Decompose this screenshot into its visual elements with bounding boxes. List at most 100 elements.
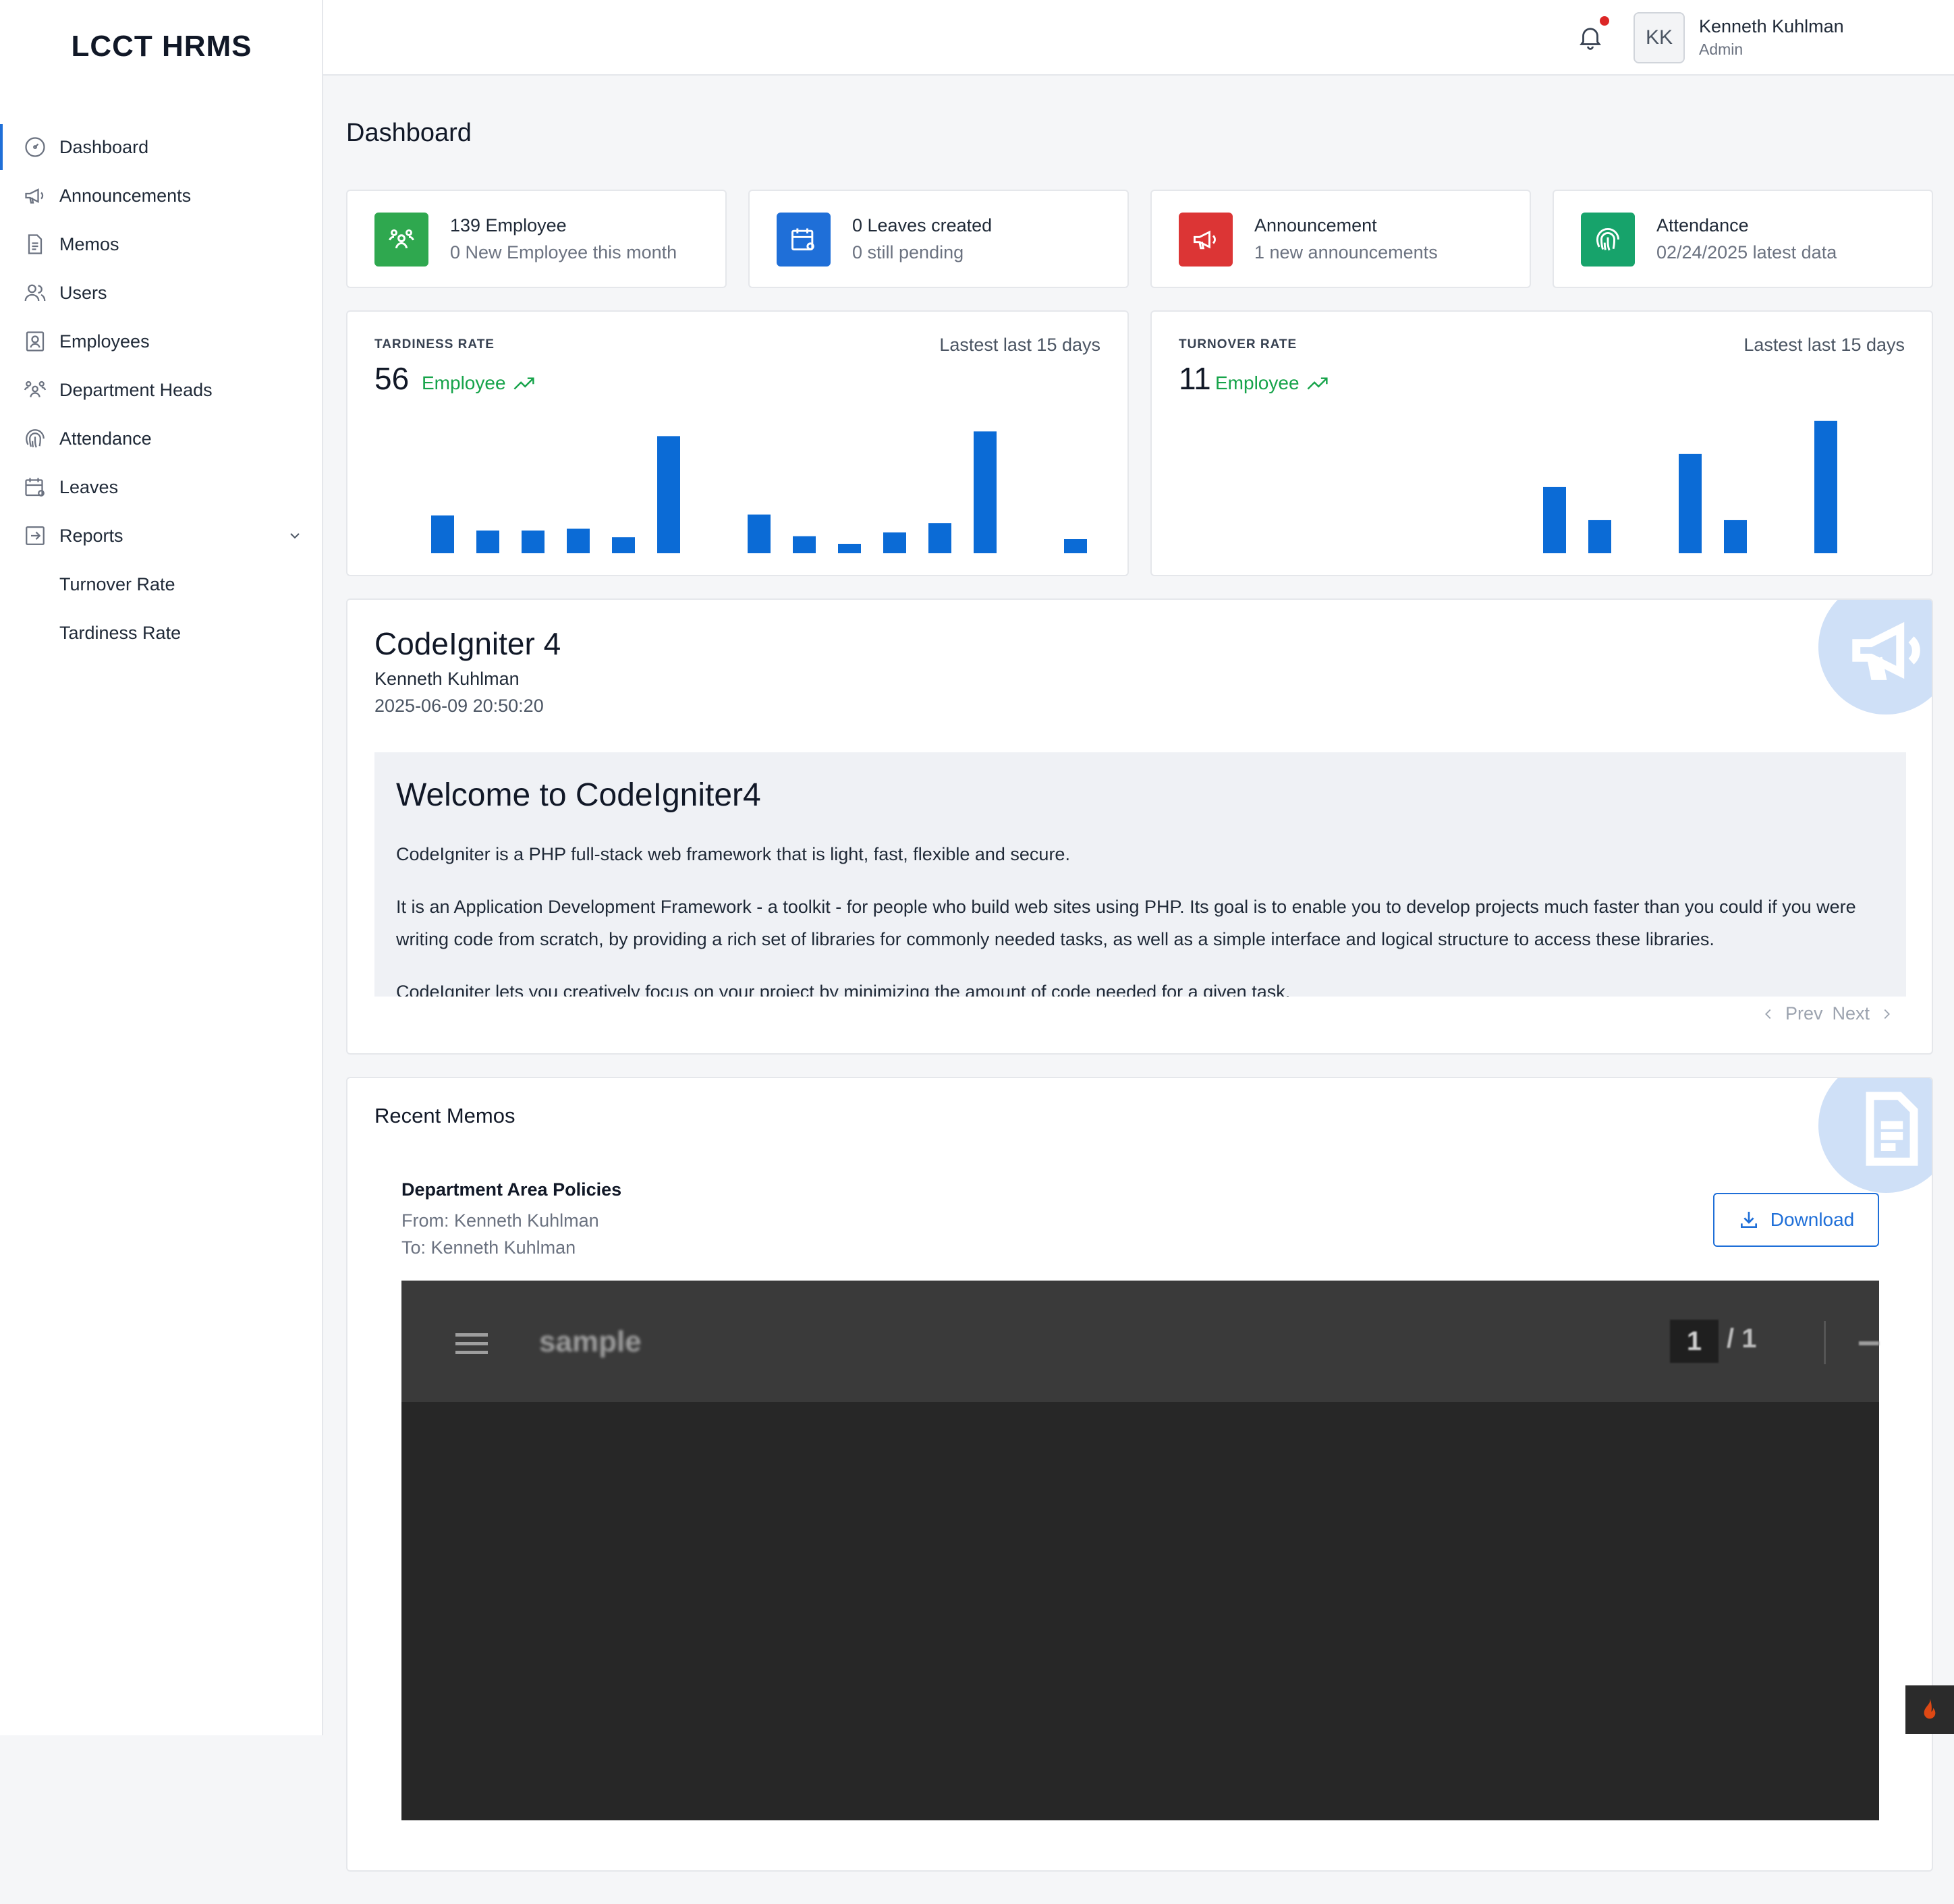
announcement-body[interactable]: Welcome to CodeIgniter4 CodeIgniter is a… xyxy=(374,752,1906,997)
chart-bar[interactable] xyxy=(431,515,454,553)
chevron-left-icon[interactable] xyxy=(1761,1007,1776,1021)
chart-bar[interactable] xyxy=(1064,539,1087,553)
sidebar-item-announcements[interactable]: Announcements xyxy=(0,171,323,220)
stat-secondary: 02/24/2025 latest data xyxy=(1656,242,1837,262)
pdf-document-name: sample xyxy=(539,1325,642,1358)
chevron-down-icon[interactable] xyxy=(287,528,303,544)
chart-bar[interactable] xyxy=(1543,486,1566,553)
chart-bar[interactable] xyxy=(476,530,499,553)
stat-secondary: 0 New Employee this month xyxy=(450,242,677,262)
sidebar-item-tardiness-rate[interactable]: Tardiness Rate xyxy=(0,609,323,657)
chart-bar[interactable] xyxy=(612,537,635,553)
announcement-paragraph: It is an Application Development Framewo… xyxy=(396,897,1856,949)
announcement-paragraph: CodeIgniter lets you creatively focus on… xyxy=(396,982,1291,997)
stat-card-employees[interactable]: 139 Employee 0 New Employee this month xyxy=(346,190,727,288)
download-button[interactable]: Download xyxy=(1713,1193,1879,1247)
document-icon xyxy=(1866,1092,1918,1166)
sidebar-item-leaves[interactable]: Leaves xyxy=(0,463,323,511)
sidebar-item-label: Department Heads xyxy=(59,379,213,400)
turnover-rate-card: TURNOVER RATE Lastest last 15 days 11 Em… xyxy=(1150,310,1933,576)
chart-bar[interactable] xyxy=(928,523,951,553)
pdf-viewer[interactable]: sample 1 / 1 xyxy=(401,1281,1879,1820)
toolbar-divider xyxy=(1824,1321,1826,1364)
announcement-title: CodeIgniter 4 xyxy=(374,626,561,661)
chart-range: Lastest last 15 days xyxy=(939,335,1100,355)
stat-primary: 139 Employee xyxy=(450,215,567,235)
announcement-badge xyxy=(1818,600,1932,715)
next-button[interactable]: Next xyxy=(1832,1003,1870,1024)
chart-bar[interactable] xyxy=(1814,420,1837,553)
prev-button[interactable]: Prev xyxy=(1785,1003,1823,1024)
pdf-viewer-toolbar: sample 1 / 1 xyxy=(401,1281,1879,1402)
trend-up-icon xyxy=(513,377,534,390)
download-button-label: Download xyxy=(1770,1209,1855,1230)
stat-card-attendance[interactable]: Attendance 02/24/2025 latest data xyxy=(1553,190,1933,288)
chart-bar[interactable] xyxy=(838,544,861,553)
sidebar-item-employees[interactable]: Employees xyxy=(0,317,323,366)
recent-memos-heading: Recent Memos xyxy=(374,1104,515,1127)
chart-label: TURNOVER RATE xyxy=(1179,337,1297,352)
sidebar-item-label: Dashboard xyxy=(59,136,149,157)
recent-memos-card: Recent Memos Department Area Policies Fr… xyxy=(346,1077,1933,1872)
brand-logo[interactable]: LCCT HRMS xyxy=(0,30,323,63)
notification-dot xyxy=(1600,16,1609,26)
memo-from: From: Kenneth Kuhlman xyxy=(401,1210,599,1231)
chart-bar[interactable] xyxy=(883,532,906,553)
user-name[interactable]: Kenneth Kuhlman xyxy=(1699,16,1844,37)
stat-icon-box xyxy=(1179,213,1233,267)
pdf-page-total: / 1 xyxy=(1727,1324,1757,1353)
chart-bar[interactable] xyxy=(974,431,997,553)
users-icon xyxy=(389,229,414,249)
calendar-gear-icon xyxy=(25,478,45,497)
fingerprint-icon xyxy=(26,429,45,448)
hamburger-menu-icon[interactable] xyxy=(455,1331,488,1357)
sidebar-item-users[interactable]: Users xyxy=(0,269,323,317)
chart-bar[interactable] xyxy=(657,436,680,553)
sidebar-item-label: Attendance xyxy=(59,428,152,449)
page-title: Dashboard xyxy=(346,119,472,147)
top-bar: KK Kenneth Kuhlman Admin xyxy=(323,0,1954,76)
announcement-paragraph: CodeIgniter is a PHP full-stack web fram… xyxy=(396,844,1070,864)
chart-bar[interactable] xyxy=(748,514,771,553)
sidebar-item-dashboard[interactable]: Dashboard xyxy=(0,123,323,171)
chart-bar[interactable] xyxy=(1679,453,1702,553)
calendar-gear-icon xyxy=(791,228,814,251)
zoom-out-icon[interactable] xyxy=(1859,1341,1879,1345)
announcement-card: CodeIgniter 4 Kenneth Kuhlman 2025-06-09… xyxy=(346,598,1933,1055)
announcement-author: Kenneth Kuhlman xyxy=(374,669,520,689)
avatar[interactable]: KK xyxy=(1634,12,1685,63)
sidebar-item-memos[interactable]: Memos xyxy=(0,220,323,269)
report-icon xyxy=(26,526,45,545)
pdf-page-input[interactable]: 1 xyxy=(1670,1320,1719,1363)
chart-bar[interactable] xyxy=(1588,520,1611,553)
sidebar: LCCT HRMS Dashboard Announcements Memos … xyxy=(0,0,323,1735)
chart-bar[interactable] xyxy=(567,528,590,553)
memo-badge xyxy=(1818,1078,1932,1193)
debug-toolbar-button[interactable] xyxy=(1905,1685,1954,1734)
sidebar-item-attendance[interactable]: Attendance xyxy=(0,414,323,463)
announcement-body-heading: Welcome to CodeIgniter4 xyxy=(396,777,761,813)
chart-bar[interactable] xyxy=(793,536,816,553)
megaphone-icon xyxy=(25,188,44,204)
users-icon xyxy=(24,284,46,302)
stat-card-announcement[interactable]: Announcement 1 new announcements xyxy=(1150,190,1531,288)
stat-icon-box xyxy=(374,213,428,267)
stat-card-leaves[interactable]: 0 Leaves created 0 still pending xyxy=(748,190,1129,288)
chart-bar[interactable] xyxy=(522,530,545,553)
sidebar-item-department-heads[interactable]: Department Heads xyxy=(0,366,323,414)
sidebar-item-label: Tardiness Rate xyxy=(59,622,182,643)
chart-bar[interactable] xyxy=(1724,520,1747,553)
sidebar-item-label: Employees xyxy=(59,331,150,352)
sidebar-item-label: Users xyxy=(59,282,107,303)
user-role: Admin xyxy=(1699,40,1743,58)
bell-icon[interactable] xyxy=(1576,23,1604,51)
fingerprint-icon xyxy=(1596,227,1620,251)
sidebar-item-reports[interactable]: Reports xyxy=(0,511,323,560)
flame-icon xyxy=(1924,1698,1936,1719)
chevron-right-icon[interactable] xyxy=(1879,1007,1894,1021)
stat-secondary: 0 still pending xyxy=(852,242,964,262)
id-badge-icon xyxy=(26,331,45,352)
download-icon xyxy=(1740,1212,1757,1228)
sidebar-item-turnover-rate[interactable]: Turnover Rate xyxy=(0,560,323,609)
sidebar-item-label: Memos xyxy=(59,233,119,254)
